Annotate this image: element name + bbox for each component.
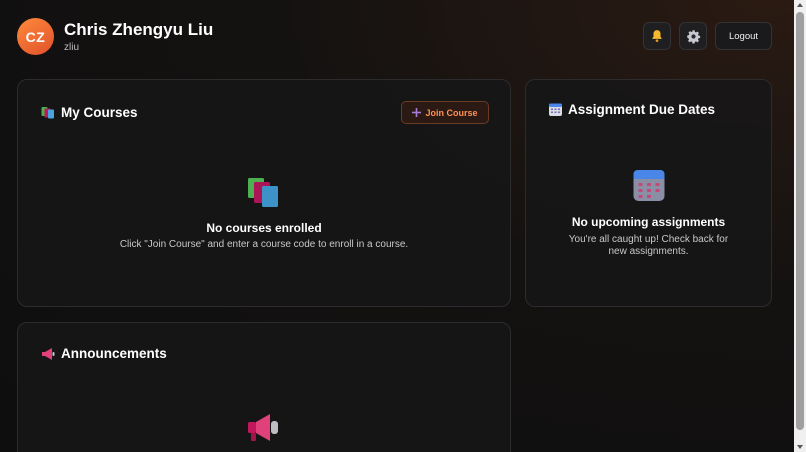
bell-icon	[652, 30, 662, 43]
megaphone-icon	[42, 347, 55, 360]
books-icon	[248, 178, 278, 207]
due-dates-heading: Assignment Due Dates	[549, 102, 715, 117]
join-course-button[interactable]: Join Course	[401, 101, 489, 124]
scroll-down-arrow-icon[interactable]	[797, 445, 803, 449]
my-courses-card: My Courses Join Course No courses enroll…	[17, 79, 511, 307]
announcements-title: Announcements	[61, 346, 167, 361]
scrollbar-thumb[interactable]	[796, 12, 804, 430]
join-course-label: Join Course	[425, 107, 478, 118]
vertical-scrollbar[interactable]	[794, 0, 806, 452]
calendar-icon	[549, 103, 562, 116]
dues-empty-title: No upcoming assignments	[571, 215, 726, 229]
gear-icon	[686, 29, 700, 43]
books-icon	[41, 107, 54, 119]
my-courses-heading: My Courses	[41, 105, 138, 120]
assignment-due-dates-card: Assignment Due Dates No upcoming assignm…	[525, 79, 772, 307]
due-dates-title: Assignment Due Dates	[568, 102, 716, 117]
plus-icon	[412, 108, 422, 117]
scroll-up-arrow-icon[interactable]	[797, 3, 803, 7]
megaphone-icon	[248, 414, 278, 441]
dues-empty-description: You're all caught up! Check back for new…	[568, 234, 729, 257]
my-courses-title: My Courses	[61, 105, 138, 120]
user-name: Chris Zhengyu Liu	[64, 20, 214, 39]
courses-empty-description: Click "Join Course" and enter a course c…	[119, 239, 409, 250]
user-handle: zliu	[64, 42, 80, 53]
announcements-heading: Announcements	[41, 346, 167, 361]
notifications-button[interactable]	[643, 22, 671, 50]
settings-button[interactable]	[679, 22, 707, 50]
courses-empty-title: No courses enrolled	[206, 221, 322, 235]
announcements-card: Announcements	[17, 322, 511, 452]
calendar-icon	[633, 170, 664, 201]
avatar: CZ	[17, 18, 54, 55]
logout-button[interactable]: Logout	[715, 22, 772, 50]
